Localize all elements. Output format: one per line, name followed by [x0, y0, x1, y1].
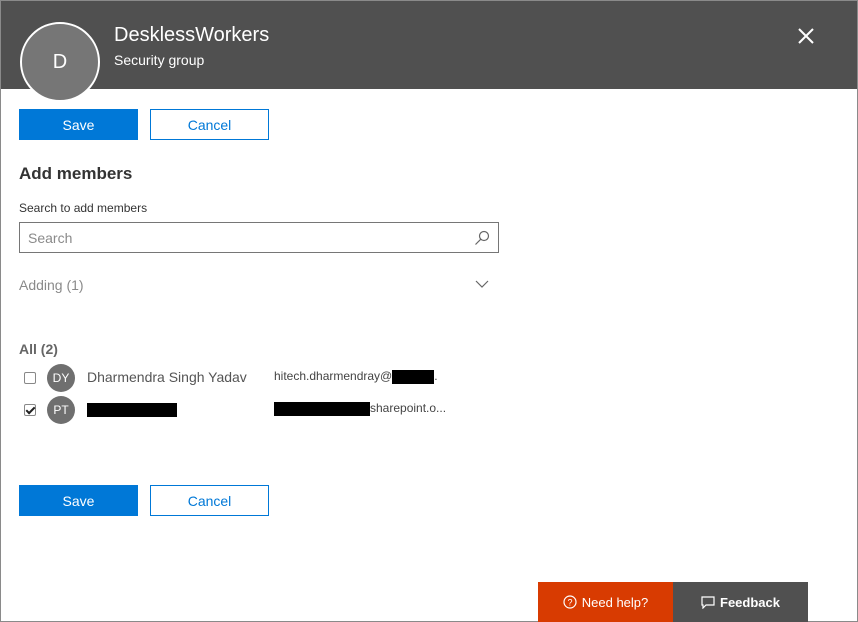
- feedback-label: Feedback: [720, 594, 780, 610]
- member-checkbox-checked[interactable]: [24, 404, 36, 416]
- all-members-label: All (2): [19, 341, 58, 357]
- avatar-initial: D: [52, 50, 68, 73]
- section-title: Add members: [19, 164, 133, 183]
- member-checkbox[interactable]: [24, 372, 36, 384]
- member-name: Dharmendra Singh Yadav: [87, 369, 247, 385]
- search-box: [19, 222, 499, 253]
- member-row: DY Dharmendra Singh Yadav hitech.dharmen…: [19, 364, 469, 392]
- search-label: Search to add members: [19, 201, 148, 215]
- feedback-icon: [701, 595, 715, 609]
- search-icon[interactable]: [474, 230, 490, 246]
- member-name: [87, 401, 177, 418]
- save-button-top[interactable]: Save: [19, 109, 138, 140]
- redaction-bar: [87, 403, 177, 418]
- member-email-suffix: sharepoint.o...: [370, 401, 447, 415]
- group-type: Security group: [114, 52, 205, 68]
- panel: DesklessWorkers Security group D Save Ca…: [0, 0, 858, 622]
- need-help-label: Need help?: [581, 594, 649, 610]
- need-help-button[interactable]: ? Need help?: [538, 582, 673, 622]
- redaction-bar: [392, 369, 435, 384]
- member-avatar: PT: [47, 396, 75, 424]
- close-button[interactable]: [793, 23, 819, 49]
- member-avatar: DY: [47, 364, 75, 392]
- adding-label: Adding (1): [19, 277, 84, 293]
- adding-expander[interactable]: Adding (1): [19, 277, 489, 295]
- member-email: sharepoint.o...: [274, 401, 446, 416]
- svg-text:?: ?: [567, 598, 572, 608]
- feedback-button[interactable]: Feedback: [673, 582, 808, 622]
- help-circle-icon: ?: [563, 595, 577, 609]
- group-name: DesklessWorkers: [114, 24, 270, 46]
- redaction-bar: [274, 401, 370, 416]
- member-email-prefix: hitech.dharmendray@: [274, 369, 393, 383]
- cancel-button-bottom[interactable]: Cancel: [150, 485, 269, 516]
- close-icon: [798, 28, 814, 44]
- search-input[interactable]: [20, 223, 476, 252]
- member-email: hitech.dharmendray@.: [274, 369, 438, 384]
- member-row: PT sharepoint.o...: [19, 396, 469, 424]
- member-email-suffix: .: [434, 369, 438, 383]
- group-avatar: D: [20, 22, 100, 102]
- save-button-bottom[interactable]: Save: [19, 485, 138, 516]
- panel-header: DesklessWorkers Security group: [1, 1, 857, 89]
- cancel-button-top[interactable]: Cancel: [150, 109, 269, 140]
- chevron-down-icon: [475, 280, 489, 288]
